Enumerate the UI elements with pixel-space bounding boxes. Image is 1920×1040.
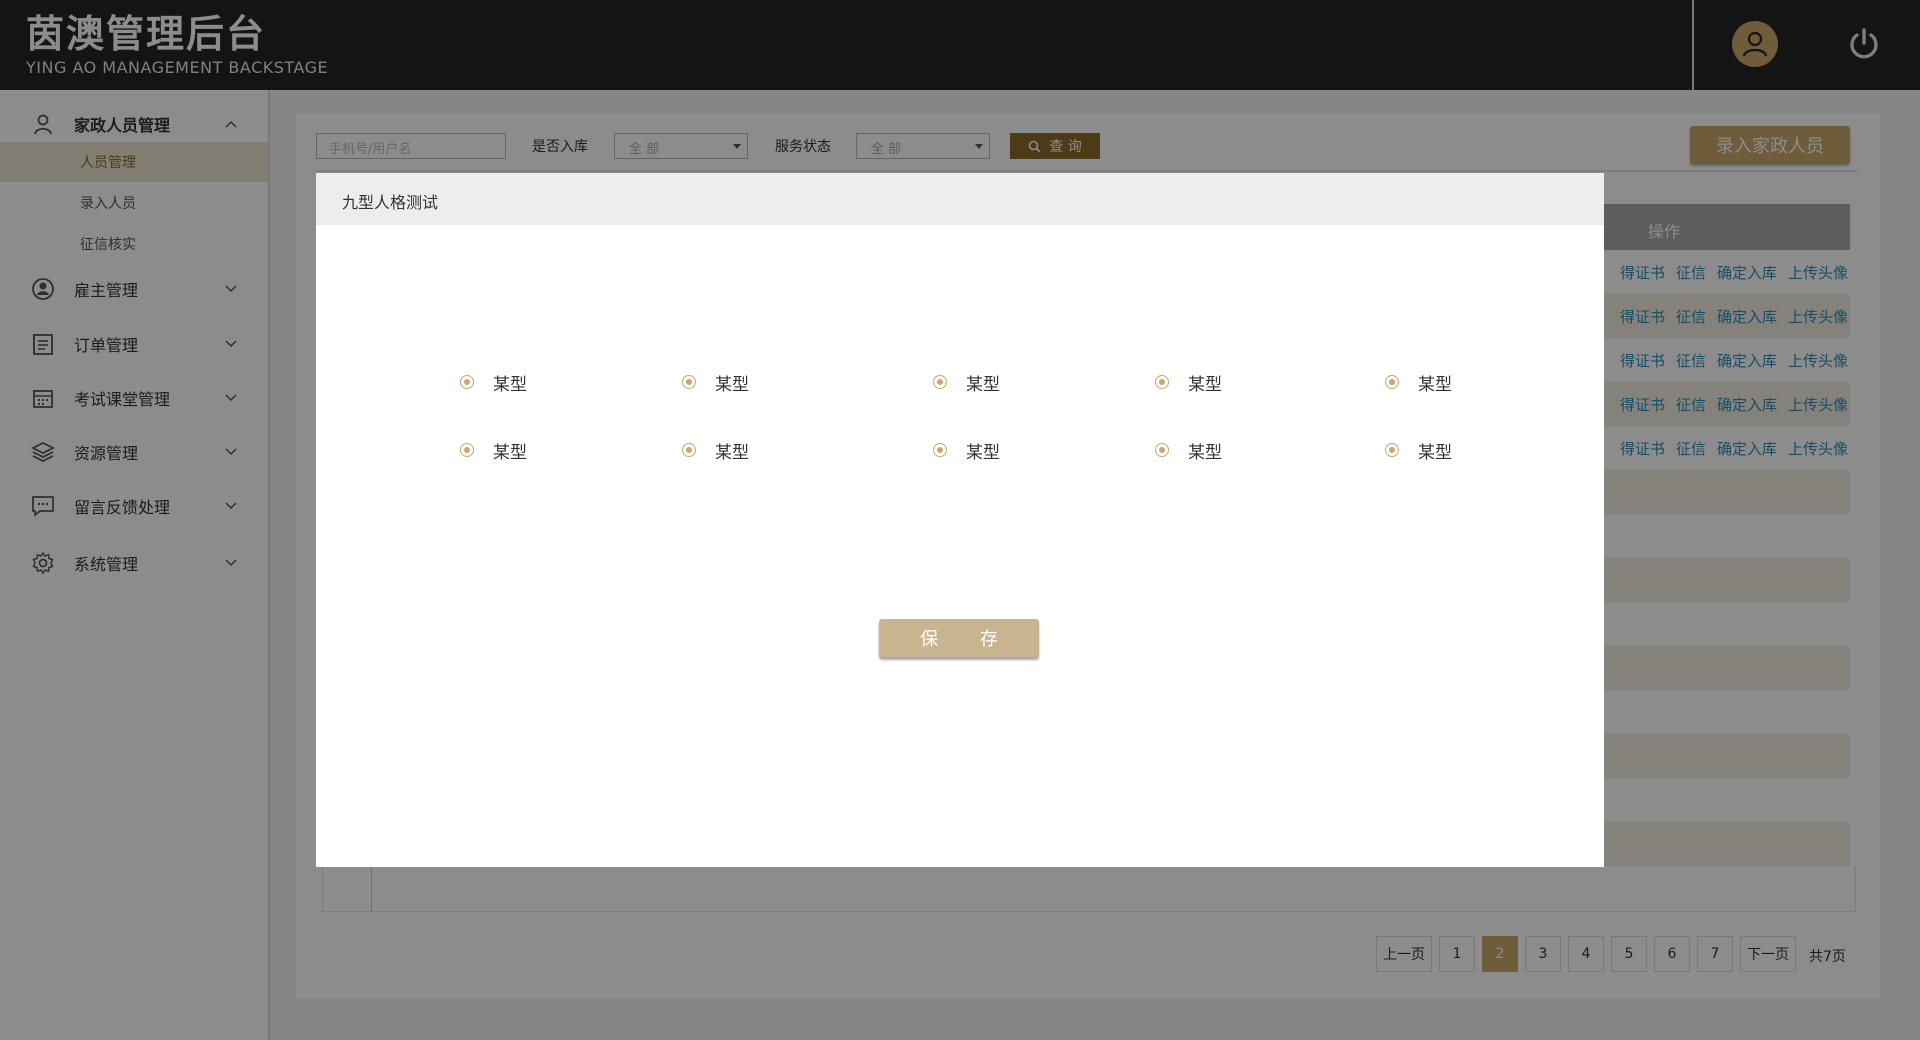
modal-header: 九型人格测试	[316, 173, 1604, 225]
type-option[interactable]: 某型	[1385, 438, 1452, 463]
type-option[interactable]: 某型	[933, 370, 1000, 395]
personality-test-modal: 九型人格测试 某型 某型 某型 某型 某型 某型 某型 某型 某型 某型 保 存	[316, 173, 1604, 867]
radio-icon[interactable]	[1155, 375, 1169, 389]
radio-icon[interactable]	[682, 443, 696, 457]
type-option-label: 某型	[1418, 442, 1452, 463]
type-option[interactable]: 某型	[460, 370, 527, 395]
type-option-label: 某型	[493, 442, 527, 463]
radio-icon[interactable]	[933, 375, 947, 389]
type-option-label: 某型	[1418, 374, 1452, 395]
type-option[interactable]: 某型	[682, 370, 749, 395]
radio-icon[interactable]	[1155, 443, 1169, 457]
type-option-label: 某型	[715, 374, 749, 395]
type-option-label: 某型	[1188, 442, 1222, 463]
type-option[interactable]: 某型	[933, 438, 1000, 463]
radio-icon[interactable]	[933, 443, 947, 457]
type-option[interactable]: 某型	[1385, 370, 1452, 395]
type-option[interactable]: 某型	[1155, 370, 1222, 395]
type-option[interactable]: 某型	[1155, 438, 1222, 463]
type-option-label: 某型	[966, 442, 1000, 463]
type-option-label: 某型	[966, 374, 1000, 395]
type-option[interactable]: 某型	[682, 438, 749, 463]
radio-icon[interactable]	[1385, 375, 1399, 389]
type-option[interactable]: 某型	[460, 438, 527, 463]
type-option-label: 某型	[1188, 374, 1222, 395]
type-option-label: 某型	[493, 374, 527, 395]
radio-icon[interactable]	[460, 375, 474, 389]
radio-icon[interactable]	[460, 443, 474, 457]
radio-icon[interactable]	[1385, 443, 1399, 457]
radio-icon[interactable]	[682, 375, 696, 389]
save-button[interactable]: 保 存	[879, 619, 1039, 657]
modal-title: 九型人格测试	[342, 193, 439, 212]
type-option-label: 某型	[715, 442, 749, 463]
